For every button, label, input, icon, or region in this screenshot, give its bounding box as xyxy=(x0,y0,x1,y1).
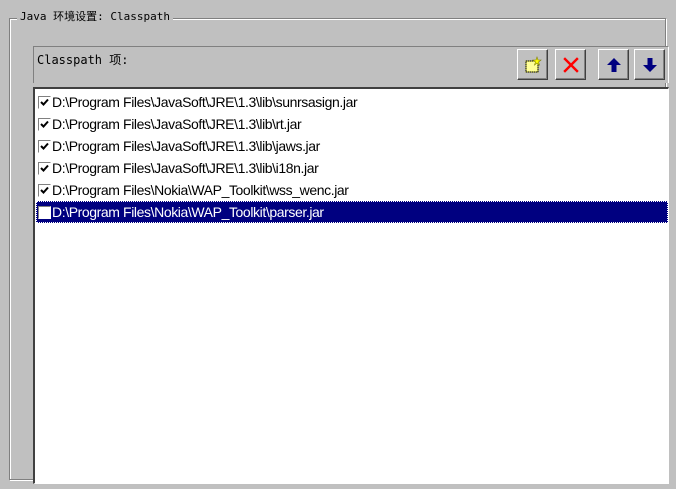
arrow-down-icon xyxy=(641,56,659,74)
item-checkbox[interactable] xyxy=(38,117,51,131)
checkmark-icon xyxy=(40,120,49,128)
item-path: D:\Program Files\Nokia\WAP_Toolkit\wss_w… xyxy=(52,182,349,198)
checkmark-icon xyxy=(40,142,49,150)
classpath-list[interactable]: D:\Program Files\JavaSoft\JRE\1.3\lib\su… xyxy=(33,87,669,484)
classpath-items-label: Classpath 项: xyxy=(37,53,129,67)
move-down-button[interactable] xyxy=(634,49,665,80)
new-item-icon xyxy=(523,55,543,75)
move-up-button[interactable] xyxy=(598,49,629,80)
checkmark-icon xyxy=(40,98,49,106)
item-checkbox[interactable] xyxy=(38,183,51,197)
delete-x-icon xyxy=(562,56,580,74)
item-checkbox[interactable] xyxy=(38,161,51,175)
groupbox-title: Java 环境设置: Classpath xyxy=(17,10,173,24)
classpath-item[interactable]: D:\Program Files\Nokia\WAP_Toolkit\wss_w… xyxy=(36,179,668,201)
classpath-header: Classpath 项: xyxy=(33,46,669,83)
classpath-panel: Classpath 项: D:\Program Files\JavaSoft\J… xyxy=(33,46,669,484)
item-checkbox[interactable] xyxy=(38,95,51,109)
arrow-up-icon xyxy=(605,56,623,74)
new-item-button[interactable] xyxy=(517,49,548,80)
checkmark-icon xyxy=(40,164,49,172)
item-checkbox[interactable] xyxy=(38,205,51,219)
item-path: D:\Program Files\JavaSoft\JRE\1.3\lib\rt… xyxy=(52,116,302,132)
classpath-item[interactable]: D:\Program Files\Nokia\WAP_Toolkit\parse… xyxy=(36,201,668,223)
item-path: D:\Program Files\Nokia\WAP_Toolkit\parse… xyxy=(52,204,324,220)
item-path: D:\Program Files\JavaSoft\JRE\1.3\lib\su… xyxy=(52,94,358,110)
item-path: D:\Program Files\JavaSoft\JRE\1.3\lib\i1… xyxy=(52,160,319,176)
classpath-item[interactable]: D:\Program Files\JavaSoft\JRE\1.3\lib\i1… xyxy=(36,157,668,179)
delete-item-button[interactable] xyxy=(555,49,586,80)
item-path: D:\Program Files\JavaSoft\JRE\1.3\lib\ja… xyxy=(52,138,320,154)
item-checkbox[interactable] xyxy=(38,139,51,153)
checkmark-icon xyxy=(40,186,49,194)
classpath-item[interactable]: D:\Program Files\JavaSoft\JRE\1.3\lib\su… xyxy=(36,91,668,113)
classpath-list-items: D:\Program Files\JavaSoft\JRE\1.3\lib\su… xyxy=(36,91,668,223)
classpath-item[interactable]: D:\Program Files\JavaSoft\JRE\1.3\lib\rt… xyxy=(36,113,668,135)
classpath-item[interactable]: D:\Program Files\JavaSoft\JRE\1.3\lib\ja… xyxy=(36,135,668,157)
